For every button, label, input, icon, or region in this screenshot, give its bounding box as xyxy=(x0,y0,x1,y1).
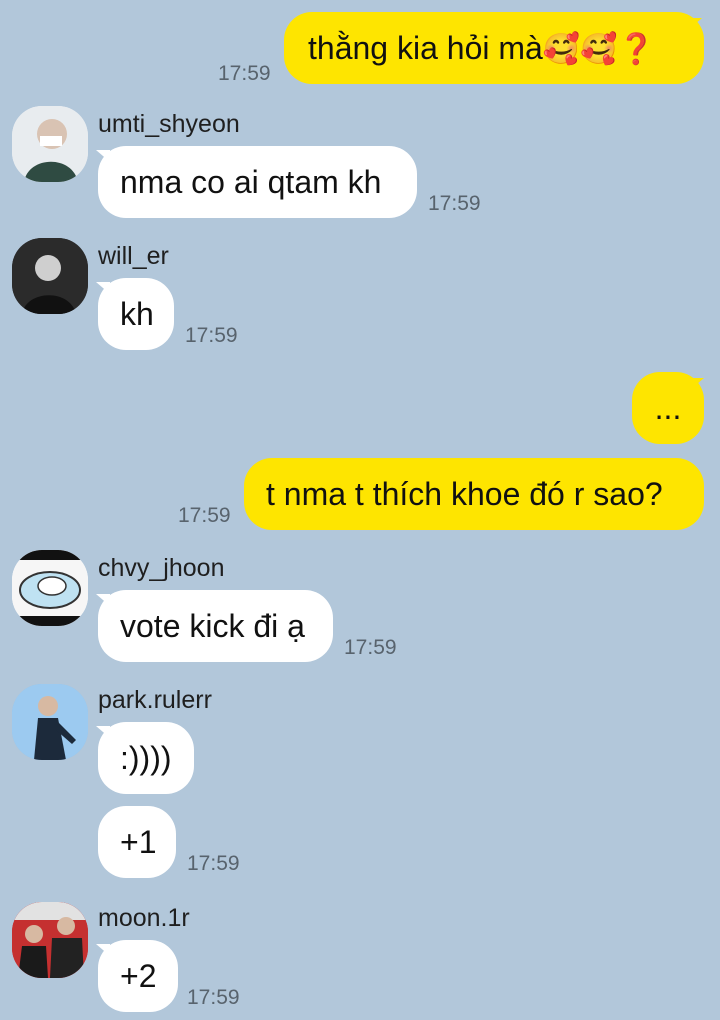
message-text: nma co ai qtam kh xyxy=(120,164,382,200)
avatar[interactable] xyxy=(12,238,88,314)
avatar[interactable] xyxy=(12,550,88,626)
sender-name: will_er xyxy=(98,242,169,270)
message-text: :)))) xyxy=(120,740,172,776)
sender-name: moon.1r xyxy=(98,904,190,932)
person-avatar-icon xyxy=(12,238,88,314)
message-text: thằng kia hỏi mà xyxy=(308,30,543,66)
message-text: +2 xyxy=(120,958,157,994)
outgoing-message[interactable]: t nma t thích khoe đó r sao? xyxy=(244,458,704,530)
person-avatar-icon xyxy=(12,684,88,760)
incoming-message[interactable]: +1 xyxy=(98,806,176,878)
message-text: kh xyxy=(120,296,154,332)
emoji-icon: 🥰🥰❓ xyxy=(542,32,655,67)
message-text: ... xyxy=(654,390,682,426)
sender-name: park.rulerr xyxy=(98,686,212,714)
message-time: 17:59 xyxy=(218,62,271,85)
message-time: 17:59 xyxy=(185,324,238,347)
avatar[interactable] xyxy=(12,902,88,978)
incoming-message[interactable]: kh xyxy=(98,278,174,350)
message-time: 17:59 xyxy=(178,504,231,527)
message-time: 17:59 xyxy=(187,852,240,875)
sender-name: chvy_jhoon xyxy=(98,554,225,582)
cartoon-avatar-icon xyxy=(12,550,88,626)
message-text: +1 xyxy=(120,824,157,860)
message-time: 17:59 xyxy=(187,986,240,1009)
person-avatar-icon xyxy=(12,902,88,978)
avatar[interactable] xyxy=(12,684,88,760)
message-text: t nma t thích khoe đó r sao? xyxy=(266,476,663,512)
message-text: vote kick đi ạ xyxy=(120,608,305,644)
incoming-message[interactable]: :)))) xyxy=(98,722,194,794)
person-avatar-icon xyxy=(12,106,88,182)
outgoing-message[interactable]: ... xyxy=(632,372,704,444)
incoming-message[interactable]: nma co ai qtam kh xyxy=(98,146,417,218)
sender-name: umti_shyeon xyxy=(98,110,240,138)
avatar[interactable] xyxy=(12,106,88,182)
incoming-message[interactable]: vote kick đi ạ xyxy=(98,590,333,662)
message-time: 17:59 xyxy=(428,192,481,215)
incoming-message[interactable]: +2 xyxy=(98,940,178,1012)
outgoing-message[interactable]: thằng kia hỏi mà🥰🥰❓ xyxy=(284,12,704,84)
message-time: 17:59 xyxy=(344,636,397,659)
